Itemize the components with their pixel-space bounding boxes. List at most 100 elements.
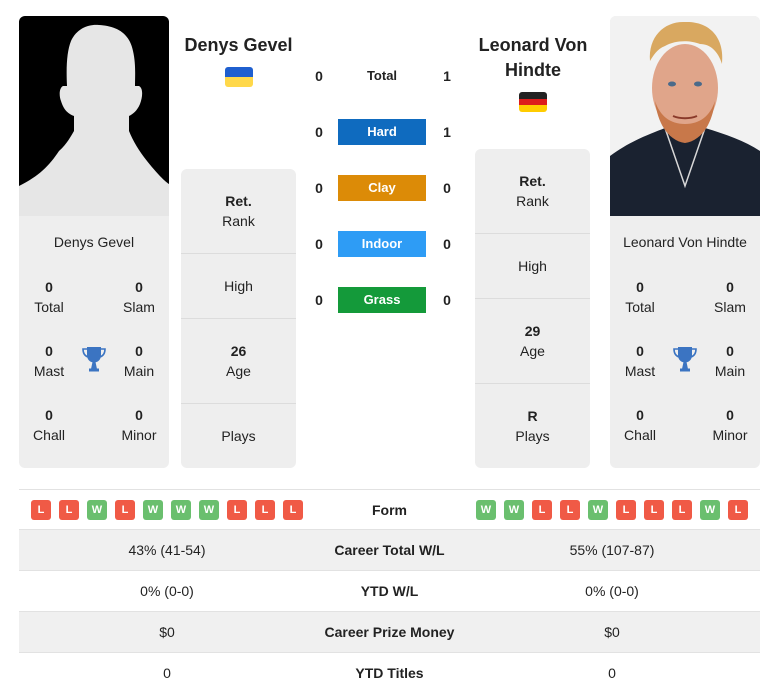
titles-minor-label: Minor (712, 427, 748, 443)
form-loss-badge[interactable]: L (728, 499, 748, 520)
titles-chall-label: Chall (33, 427, 65, 443)
info-rank-value: Ret. (519, 173, 546, 189)
titles-total-label: Total (625, 299, 655, 315)
titles-slam-label: Slam (123, 299, 155, 315)
info-rank-value: Ret. (225, 193, 252, 209)
h2h-left-value: 0 (315, 180, 323, 196)
info-plays-label: Plays (515, 428, 550, 444)
titles-total: 0 Total (610, 277, 670, 317)
form-win-badge[interactable]: W (171, 499, 191, 520)
titles-minor-value: 0 (726, 407, 734, 423)
form-loss-badge[interactable]: L (560, 499, 580, 520)
form-win-badge[interactable]: W (87, 499, 107, 520)
player-right-name[interactable]: Leonard Von Hindte (468, 33, 598, 83)
player-left-name[interactable]: Denys Gevel (176, 33, 301, 58)
form-loss-badge[interactable]: L (283, 499, 303, 520)
info-plays-label: Plays (221, 428, 256, 444)
player-right-name-line1: Leonard Von (478, 35, 588, 55)
titles-minor-label: Minor (121, 427, 157, 443)
info-age-value: 29 (524, 323, 541, 339)
h2h-row-grass: 0 Grass 0 (310, 287, 460, 313)
form-loss-badge[interactable]: L (255, 499, 275, 520)
h2h-row-clay: 0 Clay 0 (310, 175, 460, 201)
trophy-icon (82, 347, 106, 372)
titles-total: 0 Total (19, 277, 79, 317)
h2h-total-label: Total (366, 68, 398, 83)
form-label: Form (372, 501, 407, 518)
h2h-left-value: 0 (315, 236, 323, 252)
titles-mast-value: 0 (636, 343, 644, 359)
titles-mast-label: Mast (33, 363, 65, 379)
table-row: $0 Career Prize Money $0 (19, 611, 760, 652)
titles-mast: 0 Mast (19, 341, 79, 381)
titles-main-label: Main (123, 363, 155, 379)
titles-main-value: 0 (726, 343, 734, 359)
titles-mast: 0 Mast (610, 341, 670, 381)
player-portrait-icon (610, 16, 760, 216)
surface-badge-hard[interactable]: Hard (338, 119, 426, 145)
titles-main-value: 0 (135, 343, 143, 359)
row-label: Career Prize Money (324, 624, 455, 640)
info-plays: Plays (181, 404, 296, 468)
titles-slam-label: Slam (714, 299, 746, 315)
row-right-value: 0 (608, 665, 616, 681)
form-loss-badge[interactable]: L (616, 499, 636, 520)
form-loss-badge[interactable]: L (532, 499, 552, 520)
info-rank-label: Rank (516, 193, 549, 209)
player-left-info: Ret. Rank High 26 Age Plays (181, 169, 296, 468)
info-high-label: High (224, 278, 253, 294)
silhouette-icon (19, 24, 169, 216)
form-loss-badge[interactable]: L (59, 499, 79, 520)
table-row: 0% (0-0) YTD W/L 0% (0-0) (19, 570, 760, 611)
form-win-badge[interactable]: W (700, 499, 720, 520)
player-right-photo (610, 16, 760, 216)
row-left-value: $0 (159, 624, 175, 640)
info-high-label: High (518, 258, 547, 274)
form-loss-badge[interactable]: L (644, 499, 664, 520)
info-high: High (181, 254, 296, 319)
titles-chall: 0 Chall (610, 405, 670, 445)
h2h-row-hard: 0 Hard 1 (310, 119, 460, 145)
h2h-row-indoor: 0 Indoor 0 (310, 231, 460, 257)
titles-minor-value: 0 (135, 407, 143, 423)
form-loss-badge[interactable]: L (227, 499, 247, 520)
titles-main-label: Main (714, 363, 746, 379)
form-loss-badge[interactable]: L (672, 499, 692, 520)
form-win-badge[interactable]: W (143, 499, 163, 520)
info-age-label: Age (226, 363, 251, 379)
form-loss-badge[interactable]: L (31, 499, 51, 520)
titles-chall-label: Chall (624, 427, 656, 443)
form-row: LLWLWWWLLL Form WWLLWLLLWL (19, 489, 760, 529)
titles-mast-label: Mast (624, 363, 656, 379)
row-label: YTD Titles (355, 665, 424, 681)
h2h-right-value: 0 (443, 236, 451, 252)
form-win-badge[interactable]: W (476, 499, 496, 520)
surface-badge-grass[interactable]: Grass (338, 287, 426, 313)
player-left-photo (19, 16, 169, 216)
row-label: Career Total W/L (334, 542, 445, 558)
h2h-left-value: 0 (315, 68, 323, 84)
info-plays: R Plays (475, 384, 590, 468)
row-left-value: 43% (41-54) (128, 542, 206, 558)
form-win-badge[interactable]: W (588, 499, 608, 520)
titles-total-value: 0 (636, 279, 644, 295)
germany-flag-icon (519, 92, 547, 112)
surface-badge-indoor[interactable]: Indoor (338, 231, 426, 257)
player-right-card-name: Leonard Von Hindte (623, 234, 747, 250)
trophy-icon (673, 347, 697, 372)
titles-total-label: Total (34, 299, 64, 315)
info-age-value: 26 (230, 343, 247, 359)
form-left: LLWLWWWLLL (19, 499, 315, 520)
player-left-card: Denys Gevel 0 Total 0 Slam 0 Mast 0 Main… (19, 216, 169, 468)
row-left-value: 0% (0-0) (140, 583, 194, 599)
player-right-info: Ret. Rank High 29 Age R Plays (475, 149, 590, 468)
titles-mast-value: 0 (45, 343, 53, 359)
player-left-card-name: Denys Gevel (53, 234, 135, 250)
form-loss-badge[interactable]: L (115, 499, 135, 520)
form-win-badge[interactable]: W (199, 499, 219, 520)
titles-slam-value: 0 (726, 279, 734, 295)
table-row: 0 YTD Titles 0 (19, 652, 760, 693)
titles-slam: 0 Slam (109, 277, 169, 317)
form-win-badge[interactable]: W (504, 499, 524, 520)
surface-badge-clay[interactable]: Clay (338, 175, 426, 201)
